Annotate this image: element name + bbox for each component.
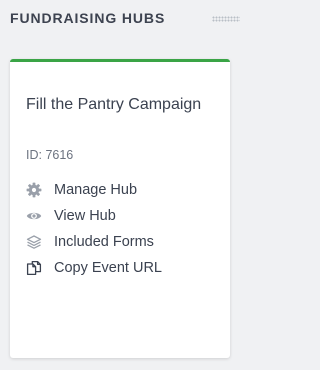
hub-actions-list: Manage Hub View Hub Included Forms Copy … xyxy=(26,177,162,281)
copy-event-url-label: Copy Event URL xyxy=(54,260,162,276)
section-header: FUNDRAISING HUBS xyxy=(10,9,240,29)
included-forms-label: Included Forms xyxy=(54,234,154,250)
section-title: FUNDRAISING HUBS xyxy=(10,10,166,26)
hub-id: ID: 7616 xyxy=(26,148,74,162)
eye-icon xyxy=(26,208,42,224)
fundraising-hub-card: Fill the Pantry Campaign ID: 7616 Manage… xyxy=(10,59,230,358)
hub-title: Fill the Pantry Campaign xyxy=(26,96,202,113)
manage-hub-link[interactable]: Manage Hub xyxy=(26,177,162,203)
copy-icon xyxy=(26,260,42,276)
drag-handle-dots[interactable] xyxy=(212,16,240,22)
manage-hub-label: Manage Hub xyxy=(54,182,138,198)
view-hub-label: View Hub xyxy=(54,208,116,224)
included-forms-link[interactable]: Included Forms xyxy=(26,229,162,255)
layers-icon xyxy=(26,234,42,250)
copy-event-url-link[interactable]: Copy Event URL xyxy=(26,255,162,281)
gear-icon xyxy=(26,182,42,198)
view-hub-link[interactable]: View Hub xyxy=(26,203,162,229)
